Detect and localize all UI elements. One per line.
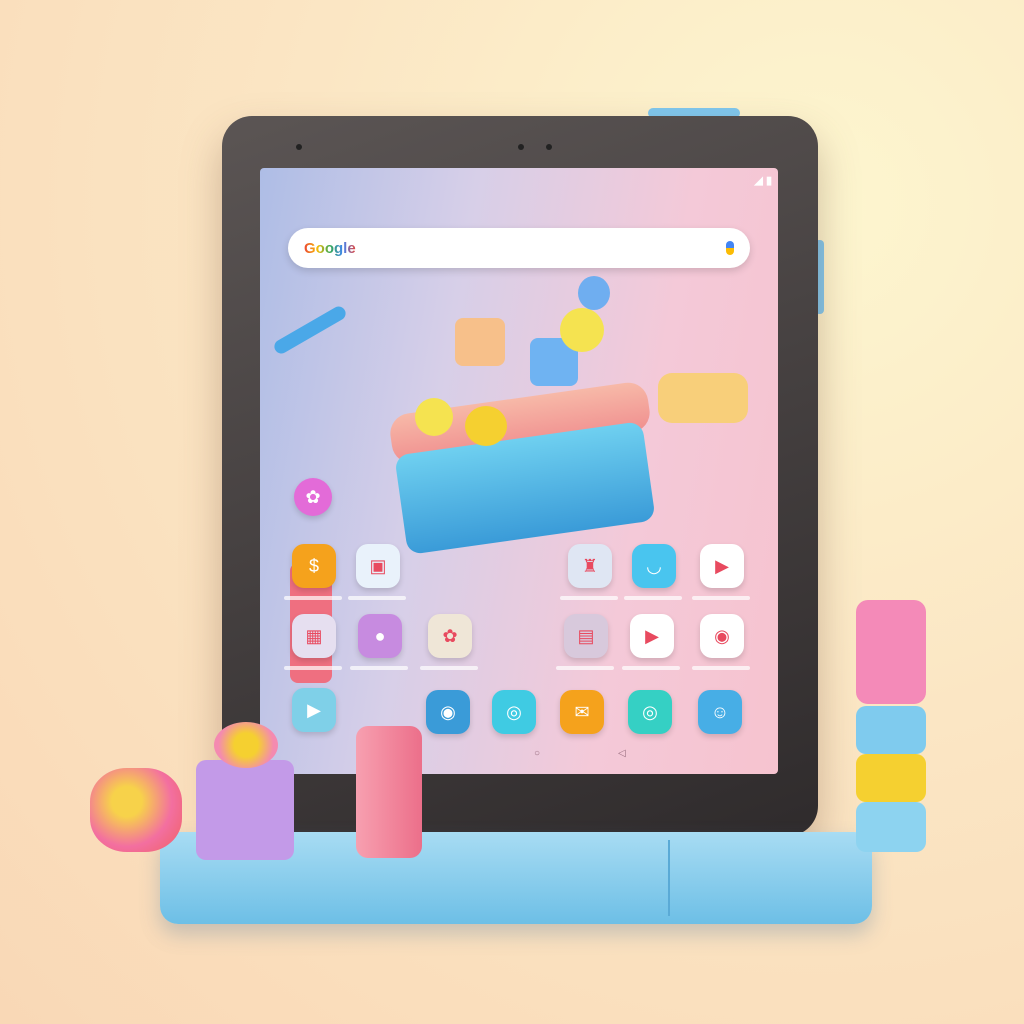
app-label — [556, 666, 614, 670]
app-label — [284, 596, 342, 600]
gallery-app-icon[interactable]: ▦ — [292, 614, 336, 658]
messages-app-icon[interactable]: ● — [358, 614, 402, 658]
toy-ball — [415, 398, 453, 436]
home-button[interactable]: ○ — [534, 748, 540, 759]
toy-phone — [356, 726, 422, 858]
chat-app-icon[interactable]: ◡ — [632, 544, 676, 588]
toy-stack-blue — [856, 706, 926, 754]
app-label — [560, 596, 618, 600]
google-search-bar[interactable]: Google — [288, 228, 750, 268]
mail-app-icon[interactable]: ✉ — [560, 690, 604, 734]
google-logo: Google — [304, 239, 356, 257]
settings-app-icon[interactable]: ◎ — [492, 690, 536, 734]
toy-stack-pink — [856, 600, 926, 704]
mic-icon[interactable] — [726, 241, 734, 255]
app-label — [692, 596, 750, 600]
video-app-icon[interactable]: ▶ — [292, 688, 336, 732]
toy-planter — [196, 760, 294, 860]
photos-app-icon[interactable]: ▣ — [356, 544, 400, 588]
status-bar: ◢ ▮ — [754, 175, 772, 187]
chrome-app-icon[interactable]: ◉ — [700, 614, 744, 658]
contacts-app-icon[interactable]: ☺ — [698, 690, 742, 734]
toy-shape — [658, 373, 748, 423]
app-label — [624, 596, 682, 600]
back-button[interactable]: ◁ — [618, 748, 626, 759]
toy-pencil — [271, 303, 349, 357]
camera-app-icon[interactable]: ◉ — [426, 690, 470, 734]
app-label — [348, 596, 406, 600]
app-label — [622, 666, 680, 670]
toy-stack-yellow — [856, 754, 926, 802]
camera-icon — [518, 144, 524, 150]
toy-ball — [560, 308, 604, 352]
toy-berries — [214, 722, 278, 768]
assistant-app-icon[interactable]: ♜ — [568, 544, 612, 588]
toy-block — [455, 318, 505, 366]
games-app-icon[interactable]: ✿ — [428, 614, 472, 658]
kids-app-icon[interactable]: ▤ — [564, 614, 608, 658]
phone-app-icon[interactable]: ◎ — [628, 690, 672, 734]
play-store-app-icon[interactable]: ▶ — [700, 544, 744, 588]
home-screen: ◢ ▮ Google ✿ $ ▣ ♜ ◡ ▶ ▦ ● ✿ ▤ ▶ ◉ ▶ ◉ ◎ ✉ ◎ ☺ ○ ◁ — [260, 168, 778, 774]
toy-grapes — [90, 768, 182, 852]
app-label — [692, 666, 750, 670]
toy-stack-blue — [856, 802, 926, 852]
wallet-app-icon[interactable]: $ — [292, 544, 336, 588]
sensor-icon — [296, 144, 302, 150]
app-label — [284, 666, 342, 670]
toy-ball — [578, 276, 610, 310]
toy-ball — [465, 406, 507, 446]
youtube-app-icon[interactable]: ▶ — [630, 614, 674, 658]
app-label — [350, 666, 408, 670]
paw-app-icon[interactable]: ✿ — [294, 478, 332, 516]
app-label — [420, 666, 478, 670]
camera-icon — [546, 144, 552, 150]
